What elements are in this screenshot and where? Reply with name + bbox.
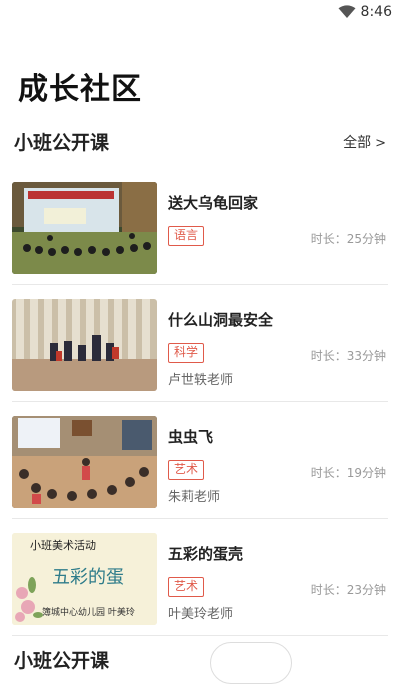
course-thumbnail[interactable]: 小班美术活动 五彩的蛋 簿城中心幼儿园 叶美玲: [12, 533, 157, 625]
see-all-label: 全部: [343, 135, 372, 151]
course-item[interactable]: 虫虫飞 艺术 朱莉老师 时长：19分钟: [0, 402, 400, 519]
course-duration: 时长：19分钟: [310, 466, 386, 480]
course-teacher: 朱莉老师: [168, 490, 221, 505]
course-teacher: 卢世轶老师: [168, 373, 234, 388]
thumbnail-caption: 小班美术活动: [30, 539, 96, 552]
subject-tag: 艺术: [168, 577, 205, 597]
floating-button[interactable]: [210, 642, 292, 684]
course-duration: 时长：33分钟: [310, 349, 386, 363]
course-item[interactable]: 送大乌龟回家 语言 时长：25分钟: [0, 168, 400, 285]
section-header: 小班公开课 全部 >: [0, 126, 400, 158]
course-duration: 时长：23分钟: [310, 583, 386, 597]
course-title: 送大乌龟回家: [168, 194, 259, 212]
course-thumbnail[interactable]: [12, 182, 157, 274]
course-thumbnail[interactable]: [12, 416, 157, 508]
course-item[interactable]: 什么山洞最安全 科学 卢世轶老师 时长：33分钟: [0, 285, 400, 402]
chevron-right-icon: >: [375, 136, 386, 151]
thumbnail-title: 五彩的蛋: [52, 567, 124, 588]
course-title: 五彩的蛋壳: [168, 545, 244, 563]
wifi-icon: [338, 5, 356, 18]
course-teacher: 叶美玲老师: [168, 607, 234, 622]
status-bar: 8:46: [0, 0, 400, 24]
course-item[interactable]: 小班美术活动 五彩的蛋 簿城中心幼儿园 叶美玲 五彩的蛋壳 艺术 叶美玲老师 时…: [0, 519, 400, 636]
course-duration: 时长：25分钟: [310, 232, 386, 246]
status-time: 8:46: [360, 4, 392, 20]
course-thumbnail[interactable]: [12, 299, 157, 391]
divider: [12, 635, 388, 636]
page-title: 成长社区: [18, 72, 142, 107]
subject-tag: 语言: [168, 226, 205, 246]
course-title: 什么山洞最安全: [168, 311, 274, 329]
subject-tag: 科学: [168, 343, 205, 363]
subject-tag: 艺术: [168, 460, 205, 480]
course-title: 虫虫飞: [168, 428, 214, 446]
section-title: 小班公开课: [14, 132, 110, 154]
see-all-button[interactable]: 全部 >: [343, 132, 386, 152]
thumbnail-footer: 簿城中心幼儿园 叶美玲: [42, 608, 135, 618]
